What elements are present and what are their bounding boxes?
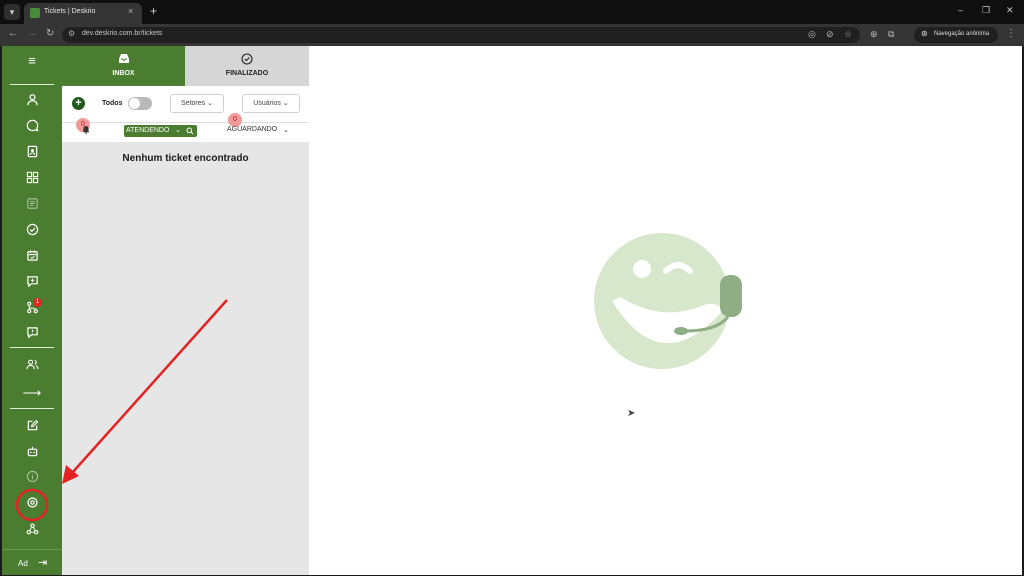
aguardando-count-badge: 0 <box>228 113 242 127</box>
info-icon[interactable] <box>22 470 42 488</box>
main-content: ➤ <box>309 46 1022 575</box>
close-window-icon[interactable]: ✕ <box>1006 5 1014 16</box>
bookmark-star-icon[interactable]: ☆ <box>844 29 852 40</box>
aguardando-filter[interactable]: AGUARDANDO <box>227 126 277 133</box>
edit-icon[interactable] <box>22 419 42 437</box>
feedback-icon[interactable] <box>22 326 42 344</box>
bell-icon[interactable] <box>82 125 90 136</box>
check-circle-icon <box>185 53 309 68</box>
chevron-down-icon: ⌄ <box>282 100 289 107</box>
app-root: ≡ 1 ⟶ Ad ⇥ INBOX FINALIZADO + Todos Seto… <box>2 46 1022 575</box>
kanban-icon[interactable] <box>22 197 42 215</box>
tab-finalizado[interactable]: FINALIZADO <box>185 46 309 86</box>
rail-divider <box>10 347 54 348</box>
chevron-down-icon: ⌄ <box>175 127 181 134</box>
nav-rail: ≡ 1 ⟶ Ad ⇥ <box>2 46 62 575</box>
browser-tab[interactable]: Tickets | Deskrio × <box>24 3 142 24</box>
minimize-icon[interactable]: – <box>958 5 963 15</box>
chevron-down-icon[interactable]: ⌄ <box>283 126 289 134</box>
atendendo-label: ATENDENDO <box>126 127 170 134</box>
mouse-cursor-icon: ➤ <box>627 408 636 419</box>
mascot-illustration <box>594 233 742 369</box>
tickets-panel: INBOX FINALIZADO + Todos Setores ⌄ Usuár… <box>62 46 309 575</box>
browser-toolbar: ← → ↻ ⚙ dev.deskrio.com.br/tickets ◎ ⊘ ☆… <box>0 24 1024 46</box>
apps-icon[interactable] <box>22 171 42 189</box>
rail-divider <box>10 84 54 85</box>
users-icon[interactable] <box>22 358 42 376</box>
usuarios-label: Usuários <box>253 100 281 107</box>
rail-divider <box>10 408 54 409</box>
calendar-icon[interactable] <box>22 249 42 267</box>
menu-toggle-icon[interactable]: ≡ <box>22 52 42 70</box>
setores-label: Setores <box>181 100 206 107</box>
settings-icon[interactable] <box>22 496 42 514</box>
incognito-indicator[interactable]: ⊛ Navegação anônima <box>914 27 998 43</box>
flow-badge: 1 <box>33 298 42 307</box>
new-tab-icon[interactable]: + <box>150 4 157 18</box>
toggle-knob <box>129 98 140 109</box>
integrations-icon[interactable] <box>22 522 42 540</box>
incognito-label: Navegação anônima <box>934 31 990 37</box>
extensions-icon[interactable]: ⊕ <box>870 29 878 40</box>
user-initials[interactable]: Ad <box>18 559 28 568</box>
back-icon[interactable]: ← <box>8 28 18 39</box>
browser-tabstrip: ▾ Tickets | Deskrio × + – ❐ ✕ <box>0 0 1024 24</box>
todos-label: Todos <box>102 100 123 107</box>
url-text: dev.deskrio.com.br/tickets <box>82 30 163 37</box>
reload-icon[interactable]: ↻ <box>46 28 54 39</box>
arrow-right-icon[interactable]: ⟶ <box>22 384 42 402</box>
bot-icon[interactable] <box>22 445 42 463</box>
tab-finalizado-label: FINALIZADO <box>225 70 269 77</box>
address-bar[interactable]: ⚙ dev.deskrio.com.br/tickets ◎ ⊘ ☆ <box>62 27 860 43</box>
site-info-icon[interactable]: ⚙ <box>68 29 75 38</box>
tab-search-icon[interactable]: ▾ <box>4 4 20 20</box>
maximize-icon[interactable]: ❐ <box>982 5 990 16</box>
empty-state-message: Nenhum ticket encontrado <box>122 153 249 164</box>
todos-toggle[interactable] <box>128 97 152 110</box>
inbox-icon <box>62 53 185 67</box>
setores-dropdown[interactable]: Setores ⌄ <box>170 94 224 113</box>
search-icon[interactable] <box>186 125 194 140</box>
incognito-icon: ⊛ <box>921 29 928 38</box>
rail-footer: Ad ⇥ <box>2 549 62 575</box>
logout-icon[interactable]: ⇥ <box>38 556 47 569</box>
contacts-icon[interactable] <box>22 145 42 163</box>
profile-icon[interactable] <box>22 93 42 111</box>
tab-inbox-label: INBOX <box>112 70 135 77</box>
forward-icon[interactable]: → <box>27 28 37 39</box>
translate-icon[interactable]: ⧉ <box>888 29 894 40</box>
chat-icon[interactable] <box>22 119 42 137</box>
favicon-icon <box>30 8 40 18</box>
tab-inbox[interactable]: INBOX <box>62 46 185 86</box>
tab-close-icon[interactable]: × <box>128 6 133 16</box>
tracking-icon[interactable]: ⊘ <box>826 29 834 40</box>
eye-off-icon[interactable]: ◎ <box>808 29 816 40</box>
message-plus-icon[interactable] <box>22 275 42 293</box>
browser-menu-icon[interactable]: ⋮ <box>1006 28 1016 39</box>
chevron-down-icon: ⌄ <box>207 100 213 107</box>
usuarios-dropdown[interactable]: Usuários ⌄ <box>242 94 300 113</box>
check-circle-icon[interactable] <box>22 223 42 241</box>
tab-title: Tickets | Deskrio <box>44 8 96 15</box>
atendendo-filter[interactable]: ATENDENDO ⌄ <box>124 125 197 137</box>
new-ticket-button[interactable]: + <box>72 97 85 110</box>
